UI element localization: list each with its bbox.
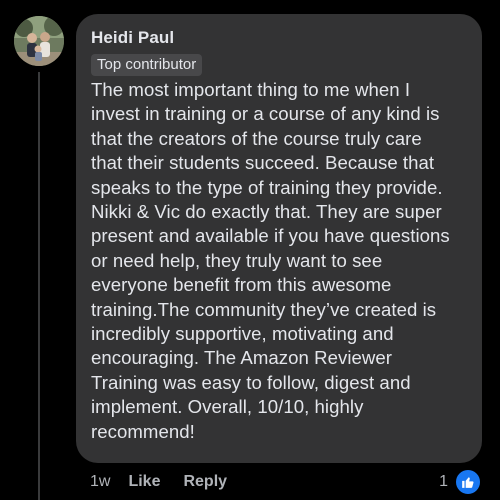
avatar-photo-icon <box>14 16 64 66</box>
comment-bubble: Heidi Paul Top contributor The most impo… <box>76 14 482 463</box>
comment-timestamp[interactable]: 1w <box>90 473 110 491</box>
avatar[interactable] <box>14 16 64 66</box>
comment-text-line: recommend! <box>91 420 195 442</box>
comment-text-line: speaks to the type of training they prov… <box>91 176 443 198</box>
comment-text-line: encouraging. The Amazon Reviewer <box>91 347 392 369</box>
comment-author[interactable]: Heidi Paul <box>91 27 482 48</box>
like-button[interactable]: Like <box>128 473 160 491</box>
comment-text-line: Nikki & Vic do exactly that. They are su… <box>91 201 442 223</box>
comment-text: The most important thing to me when I in… <box>91 78 482 444</box>
thread-line <box>38 72 40 500</box>
comment-text-line: that their students succeed. Because tha… <box>91 152 435 174</box>
comment-text-line: incredibly supportive, motivating and <box>91 323 394 345</box>
comment-text-line: implement. Overall, 10/10, highly <box>91 396 364 418</box>
comment-text-line: present and available if you have questi… <box>91 225 450 247</box>
comment-text-line: that the creators of the course truly ca… <box>91 127 422 149</box>
comment-text-line: everyone benefit from this awesome <box>91 274 392 296</box>
comment-text-line: invest in training or a course of any ki… <box>91 103 440 125</box>
reaction-summary[interactable]: 1 <box>439 468 482 496</box>
reply-button[interactable]: Reply <box>183 473 227 491</box>
comment-text-line: training.The community they’ve created i… <box>91 298 437 320</box>
comment-text-line: The most important thing to me when I <box>91 79 411 100</box>
comment-actions: 1w Like Reply <box>90 472 250 492</box>
thumbs-up-icon <box>454 468 482 496</box>
top-contributor-badge: Top contributor <box>91 54 203 76</box>
comment-text-line: or need help, they truly want to see <box>91 249 383 271</box>
reaction-count: 1 <box>439 473 448 490</box>
comment-text-line: Training was easy to follow, digest and <box>91 371 411 393</box>
